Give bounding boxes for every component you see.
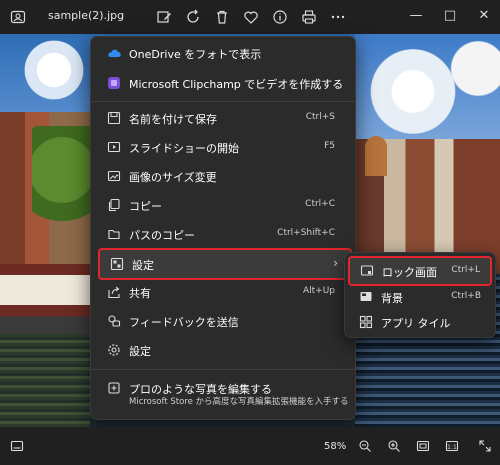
minimize-button[interactable]: — — [406, 6, 426, 26]
close-button[interactable]: ✕ — [474, 6, 494, 26]
context-menu: OneDrive をフォトで表示 Microsoft Clipchamp でビデ… — [90, 36, 356, 420]
title-bar: sample(2).jpg — □ ✕ — [0, 0, 500, 34]
menu-item-set-as[interactable]: 設定 › — [98, 248, 352, 280]
background-icon — [360, 292, 372, 301]
submenu-item-app-tile[interactable]: アプリ タイル — [349, 309, 491, 335]
slideshow-icon — [107, 141, 121, 153]
onedrive-icon — [108, 49, 121, 57]
status-bar: 58% 1:1 — [0, 427, 500, 465]
file-name: sample(2).jpg — [48, 9, 125, 22]
chevron-right-icon: › — [333, 256, 338, 270]
menu-item-copy[interactable]: コピー Ctrl+C — [97, 191, 349, 219]
menu-item-save-as[interactable]: 名前を付けて保存 Ctrl+S — [97, 104, 349, 132]
clipchamp-icon — [108, 77, 120, 89]
menu-item-feedback[interactable]: フィードバックを送信 — [97, 307, 349, 335]
photos-app-icon — [10, 10, 26, 24]
gear-icon — [108, 344, 120, 356]
photo-houseboat — [0, 264, 95, 339]
favorite-icon[interactable] — [243, 9, 259, 25]
copy-icon — [108, 198, 120, 212]
photo-sky-right — [355, 34, 500, 149]
menu-item-clipchamp[interactable]: Microsoft Clipchamp でビデオを作成する — [97, 69, 349, 97]
menu-item-pro-edit[interactable]: プロのような写真を編集する Microsoft Store から高度な写真編集拡… — [97, 374, 349, 410]
fit-to-window-icon[interactable] — [416, 439, 430, 453]
menu-item-onedrive[interactable]: OneDrive をフォトで表示 — [97, 39, 349, 67]
maximize-button[interactable]: □ — [440, 6, 460, 26]
edit-image-icon[interactable] — [156, 9, 172, 25]
zoom-in-icon[interactable] — [387, 439, 401, 453]
full-screen-icon[interactable] — [478, 439, 492, 453]
submenu-item-background[interactable]: 背景 Ctrl+B — [349, 284, 491, 310]
menu-item-settings[interactable]: 設定 — [97, 336, 349, 364]
lock-screen-icon — [360, 265, 374, 276]
set-as-icon — [110, 257, 124, 271]
menu-item-slideshow[interactable]: スライドショーの開始 F5 — [97, 133, 349, 161]
photo-sky-left — [0, 34, 90, 124]
menu-item-copy-path[interactable]: パスのコピー Ctrl+Shift+C — [97, 220, 349, 248]
delete-icon[interactable] — [214, 9, 230, 25]
filmstrip-icon[interactable] — [10, 439, 24, 453]
feedback-icon — [108, 315, 121, 327]
print-icon[interactable] — [301, 9, 317, 25]
separator — [91, 369, 355, 370]
menu-item-resize[interactable]: 画像のサイズ変更 — [97, 162, 349, 190]
svg-text:1:1: 1:1 — [447, 444, 457, 451]
menu-item-share[interactable]: 共有 Alt+Up — [97, 278, 349, 306]
rotate-icon[interactable] — [185, 9, 201, 25]
photo-water-left — [0, 334, 90, 427]
more-icon[interactable] — [330, 9, 346, 25]
resize-image-icon — [107, 170, 121, 182]
zoom-level: 58% — [324, 441, 347, 452]
save-icon — [107, 111, 121, 125]
photo-tree — [32, 126, 92, 236]
zoom-out-icon[interactable] — [358, 439, 372, 453]
store-extension-icon — [108, 382, 120, 394]
set-as-submenu: ロック画面 Ctrl+L 背景 Ctrl+B アプリ タイル — [344, 252, 496, 338]
app-tile-icon — [359, 315, 373, 329]
info-icon[interactable] — [272, 9, 288, 25]
actual-size-icon[interactable]: 1:1 — [445, 439, 459, 453]
submenu-item-lock-screen[interactable]: ロック画面 Ctrl+L — [348, 256, 492, 286]
photo-church-tower — [365, 136, 387, 176]
separator — [91, 101, 355, 102]
share-icon — [108, 286, 120, 299]
copy-path-icon — [108, 229, 120, 240]
